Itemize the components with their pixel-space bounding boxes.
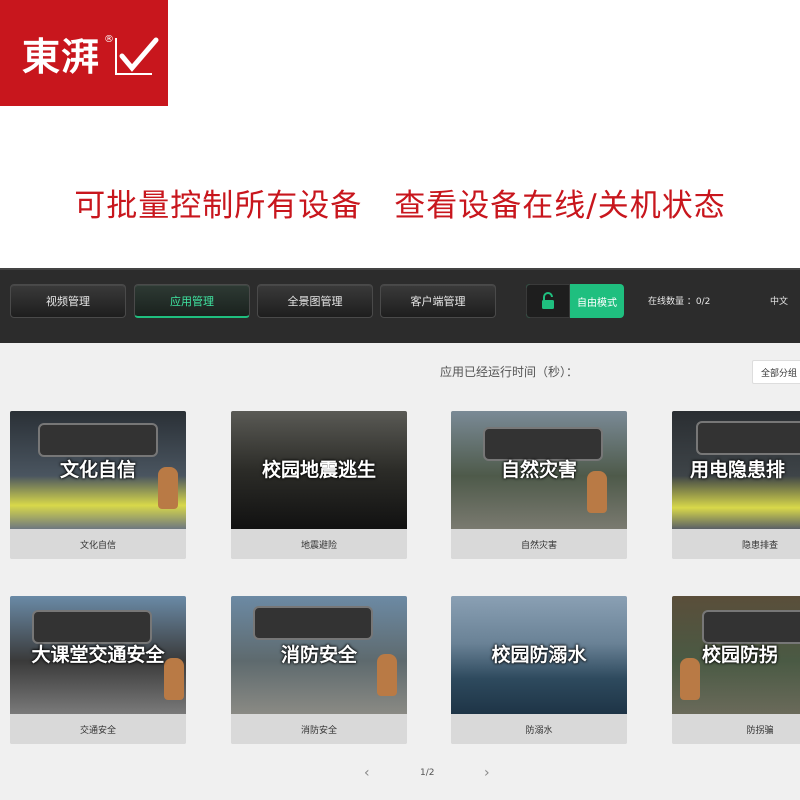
nav-video-management[interactable]: 视频管理: [10, 284, 126, 318]
nav-client-management[interactable]: 客户端管理: [380, 284, 496, 318]
app-thumbnail: 自然灾害: [451, 411, 627, 529]
unlock-icon: [526, 284, 570, 318]
brand-name: 東湃: [21, 34, 100, 79]
runtime-label: 应用已经运行时间（秒）：: [440, 365, 579, 379]
check-icon: [115, 37, 159, 75]
app-thumbnail: 校园地震逃生: [231, 411, 407, 529]
app-caption: 防溺水: [451, 714, 627, 744]
app-card[interactable]: 消防安全 消防安全: [231, 596, 407, 744]
app-card[interactable]: 校园地震逃生 地震避险: [231, 411, 407, 559]
app-card[interactable]: 文化自信 文化自信: [10, 411, 186, 559]
app-caption: 隐患排查: [672, 529, 800, 559]
app-title: 校园地震逃生: [261, 459, 376, 481]
app-title: 文化自信: [59, 459, 136, 481]
nav-app-management[interactable]: 应用管理: [134, 284, 250, 318]
app-card[interactable]: 校园防溺水 防溺水: [451, 596, 627, 744]
brand-logo: 東湃 ®: [0, 0, 168, 106]
app-caption: 自然灾害: [451, 529, 627, 559]
app-thumbnail: 大课堂交通安全: [10, 596, 186, 714]
app-card[interactable]: 用电隐患排 隐患排查: [672, 411, 800, 559]
free-mode-toggle[interactable]: 自由模式: [526, 284, 624, 318]
app-card[interactable]: 校园防拐 防拐骗: [672, 596, 800, 744]
app-title: 消防安全: [280, 644, 357, 666]
app-caption: 地震避险: [231, 529, 407, 559]
app-title: 校园防溺水: [491, 644, 587, 666]
app-thumbnail: 消防安全: [231, 596, 407, 714]
app-caption: 交通安全: [10, 714, 186, 744]
app-card[interactable]: 自然灾害 自然灾害: [451, 411, 627, 559]
nav-panorama-management[interactable]: 全景图管理: [257, 284, 373, 318]
app-thumbnail: 校园防溺水: [451, 596, 627, 714]
app-title: 大课堂交通安全: [31, 644, 165, 666]
app-thumbnail: 文化自信: [10, 411, 186, 529]
app-card[interactable]: 大课堂交通安全 交通安全: [10, 596, 186, 744]
language-switch[interactable]: 中文: [770, 294, 788, 307]
online-count: 在线数量 ：0/2: [648, 297, 711, 307]
next-page-button[interactable]: ›: [484, 765, 490, 781]
mode-label: 自由模式: [577, 297, 617, 309]
headline: 可批量控制所有设备 查看设备在线/关机状态: [74, 188, 726, 224]
app-title: 用电隐患排: [690, 459, 786, 481]
app-thumbnail: 用电隐患排: [672, 411, 800, 529]
app-window: 视频管理 应用管理 全景图管理 客户端管理 自由模式 在线数量 ：0/2 中文 …: [0, 268, 800, 800]
group-select[interactable]: 全部分组: [752, 360, 800, 384]
app-thumbnail: 校园防拐: [672, 596, 800, 714]
prev-page-button[interactable]: ‹: [364, 765, 370, 781]
top-nav-bar: 视频管理 应用管理 全景图管理 客户端管理 自由模式 在线数量 ：0/2 中文: [0, 268, 800, 343]
page-indicator: 1/2: [420, 768, 435, 778]
app-caption: 消防安全: [231, 714, 407, 744]
app-caption: 防拐骗: [672, 714, 800, 744]
app-caption: 文化自信: [10, 529, 186, 559]
app-title: 校园防拐: [702, 644, 779, 666]
app-title: 自然灾害: [500, 459, 577, 481]
